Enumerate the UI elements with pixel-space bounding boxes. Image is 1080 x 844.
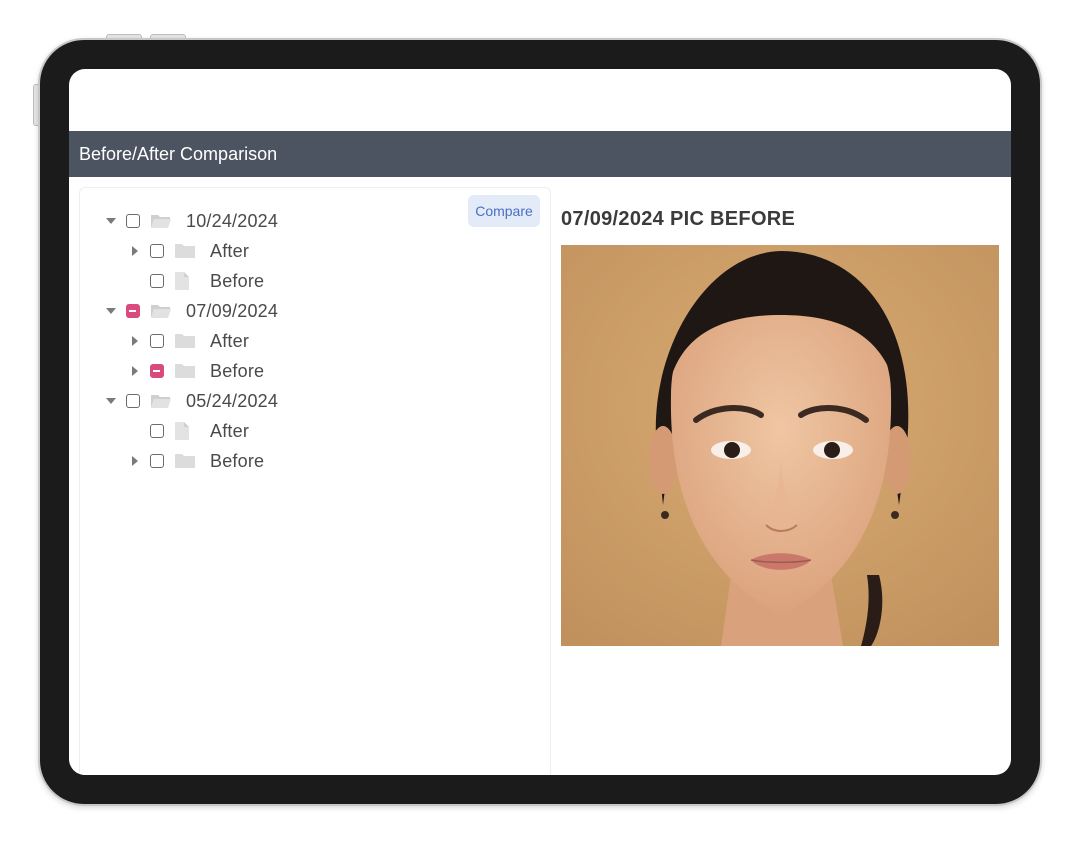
caret-right-icon[interactable]: [128, 454, 142, 468]
preview-title: 07/09/2024 PIC BEFORE: [561, 208, 796, 230]
caret-right-icon[interactable]: [128, 244, 142, 258]
app-screen: Before/After Comparison Compare 10/24/20…: [69, 69, 1011, 775]
tree-node-item[interactable]: Before: [128, 269, 264, 293]
folder-open-icon: [150, 302, 172, 320]
caret-down-icon[interactable]: [104, 304, 118, 318]
folder-icon: [174, 362, 196, 380]
tree-checkbox[interactable]: [150, 244, 164, 258]
tree-node-item[interactable]: After: [128, 419, 249, 443]
compare-button[interactable]: Compare: [468, 195, 540, 227]
tree-node-item[interactable]: Before: [128, 449, 264, 473]
tree-node-item[interactable]: Before: [128, 359, 264, 383]
tree-node-item[interactable]: After: [128, 239, 249, 263]
tree-node-label: Before: [210, 360, 265, 381]
tree-checkbox[interactable]: [126, 214, 140, 228]
tree-node-date[interactable]: 07/09/2024: [104, 299, 278, 323]
folder-icon: [174, 332, 196, 350]
caret-right-icon[interactable]: [128, 334, 142, 348]
tree-checkbox[interactable]: [150, 274, 164, 288]
page-title: Before/After Comparison: [69, 131, 1011, 177]
caret-right-icon[interactable]: [128, 364, 142, 378]
caret-down-icon[interactable]: [104, 394, 118, 408]
tree-checkbox[interactable]: [126, 394, 140, 408]
tree-checkbox[interactable]: [150, 334, 164, 348]
tree-node-label: After: [210, 420, 250, 441]
tree-node-label: After: [210, 330, 250, 351]
tree-checkbox[interactable]: [126, 304, 140, 318]
folder-icon: [174, 452, 196, 470]
tree-checkbox[interactable]: [150, 454, 164, 468]
tree-node-label: 05/24/2024: [186, 390, 279, 411]
tree-node-item[interactable]: After: [128, 329, 249, 353]
tree-node-date[interactable]: 05/24/2024: [104, 389, 278, 413]
tree-node-label: After: [210, 240, 250, 261]
tree-node-label: 07/09/2024: [186, 300, 279, 321]
preview-photo: [561, 245, 999, 646]
folder-open-icon: [150, 212, 172, 230]
file-icon: [174, 272, 196, 290]
file-icon: [174, 422, 196, 440]
folder-icon: [174, 242, 196, 260]
tree-node-label: Before: [210, 270, 265, 291]
caret-down-icon[interactable]: [104, 214, 118, 228]
folder-open-icon: [150, 392, 172, 410]
tree-node-date[interactable]: 10/24/2024: [104, 209, 278, 233]
tree-node-label: Before: [210, 450, 265, 471]
tree-checkbox[interactable]: [150, 424, 164, 438]
tree-node-label: 10/24/2024: [186, 210, 279, 231]
tree-checkbox[interactable]: [150, 364, 164, 378]
